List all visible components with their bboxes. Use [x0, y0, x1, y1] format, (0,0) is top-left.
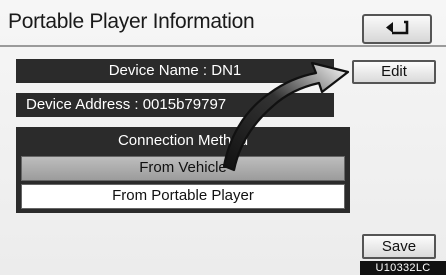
option-from-portable-player[interactable]: From Portable Player [21, 184, 345, 209]
edit-button[interactable]: Edit [352, 60, 436, 84]
header-divider [0, 45, 446, 47]
back-button[interactable] [362, 14, 432, 44]
figure-code-badge: U10332LC [360, 261, 446, 275]
device-address-field: Device Address : 0015b79797 [16, 93, 334, 117]
portable-player-screen: Portable Player Information Device Name … [0, 0, 446, 275]
connection-method-label: Connection Method [117, 132, 249, 149]
back-arrow-icon [386, 20, 409, 35]
option-from-vehicle[interactable]: From Vehicle [21, 156, 345, 181]
connection-method-panel: Connection Method From Vehicle From Port… [16, 127, 350, 213]
device-name-field: Device Name : DN1 [16, 59, 334, 83]
save-button[interactable]: Save [362, 234, 436, 259]
page-title: Portable Player Information [8, 10, 255, 33]
